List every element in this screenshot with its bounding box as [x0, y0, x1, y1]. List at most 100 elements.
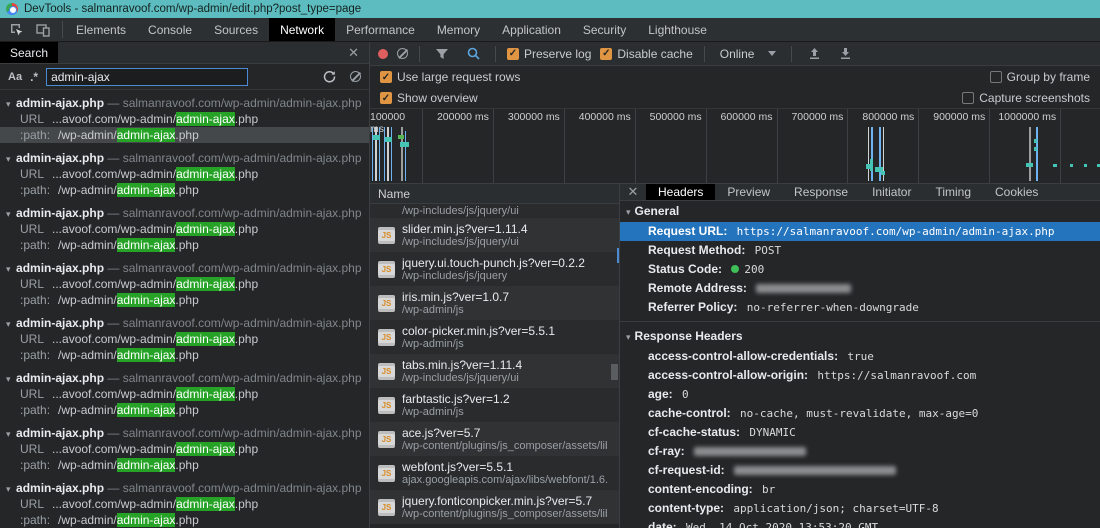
search-match-line-path[interactable]: :path:/wp-admin/admin-ajax.php [0, 457, 369, 473]
request-row[interactable]: JSiris.min.js?ver=1.0.7/wp-admin/js [370, 286, 619, 320]
match-highlight: admin-ajax [176, 277, 235, 291]
redacted-value [734, 466, 896, 475]
tab-sources[interactable]: Sources [203, 18, 269, 41]
search-panel-tab[interactable]: Search [0, 42, 58, 63]
header-row[interactable]: age: 0 [620, 385, 1100, 404]
header-row[interactable]: Referrer Policy: no-referrer-when-downgr… [620, 298, 1100, 317]
search-match-line-path[interactable]: :path:/wp-admin/admin-ajax.php [0, 182, 369, 198]
tab-memory[interactable]: Memory [426, 18, 491, 41]
tab-performance[interactable]: Performance [335, 18, 426, 41]
request-row[interactable]: JStabs.min.js?ver=1.11.4/wp-includes/js/… [370, 354, 619, 388]
device-toolbar-icon[interactable] [32, 20, 54, 40]
header-row[interactable]: access-control-allow-origin: https://sal… [620, 366, 1100, 385]
throttling-dropdown[interactable]: Online [716, 47, 781, 61]
clear-search-icon[interactable] [350, 71, 361, 82]
header-row[interactable]: Request Method: POST [620, 241, 1100, 260]
detail-tab-cookies[interactable]: Cookies [983, 184, 1050, 200]
header-row[interactable]: Remote Address: [620, 279, 1100, 298]
tab-console[interactable]: Console [137, 18, 203, 41]
search-match-line-path[interactable]: :path:/wp-admin/admin-ajax.php [0, 237, 369, 253]
request-row[interactable]: JSfarbtastic.js?ver=1.2/wp-admin/js [370, 388, 619, 422]
search-match-line-url[interactable]: URL...avoof.com/wp-admin/admin-ajax.php [0, 276, 369, 292]
search-result-header[interactable]: ▾ admin-ajax.php — salmanravoof.com/wp-a… [0, 370, 369, 386]
header-row[interactable]: date: Wed, 14 Oct 2020 13:53:20 GMT [620, 518, 1100, 528]
request-row[interactable]: JSjquery.fonticonpicker.min.js?ver=5.7/w… [370, 490, 619, 524]
header-row[interactable]: Request URL: https://salmanravoof.com/wp… [620, 222, 1100, 241]
show-overview-checkbox[interactable]: ✓ Show overview [380, 91, 478, 105]
search-result-header[interactable]: ▾ admin-ajax.php — salmanravoof.com/wp-a… [0, 205, 369, 221]
detail-tab-preview[interactable]: Preview [715, 184, 782, 200]
request-row[interactable]: JSjquery.ui.touch-punch.js?ver=0.2.2/wp-… [370, 252, 619, 286]
search-result-header[interactable]: ▾ admin-ajax.php — salmanravoof.com/wp-a… [0, 260, 369, 276]
request-name: tabs.min.js?ver=1.11.4 [402, 358, 522, 372]
request-row[interactable]: /wp-includes/js/jquery/ui [370, 204, 619, 218]
search-match-line-url[interactable]: URL...avoof.com/wp-admin/admin-ajax.php [0, 331, 369, 347]
header-row[interactable]: content-encoding: br [620, 480, 1100, 499]
search-match-line-url[interactable]: URL...avoof.com/wp-admin/admin-ajax.php [0, 111, 369, 127]
request-list-scrollbar[interactable] [610, 204, 619, 528]
match-highlight: admin-ajax [117, 513, 176, 527]
search-input[interactable] [46, 68, 248, 86]
tab-security[interactable]: Security [572, 18, 637, 41]
refresh-icon[interactable] [318, 67, 340, 87]
search-match-line-url[interactable]: URL...avoof.com/wp-admin/admin-ajax.php [0, 221, 369, 237]
match-case-toggle[interactable]: Aa [8, 71, 22, 83]
request-text: iris.min.js?ver=1.0.7/wp-admin/js [402, 290, 509, 316]
request-row[interactable]: JSace.js?ver=5.7/wp-content/plugins/js_c… [370, 422, 619, 456]
request-row[interactable]: JSslider.min.js?ver=1.11.4/wp-includes/j… [370, 218, 619, 252]
header-row[interactable]: content-type: application/json; charset=… [620, 499, 1100, 518]
group-by-frame-checkbox[interactable]: Group by frame [990, 70, 1090, 84]
search-close-icon[interactable]: ✕ [338, 45, 369, 61]
detail-tab-timing[interactable]: Timing [923, 184, 983, 200]
regex-toggle[interactable]: .* [30, 70, 38, 84]
search-match-line-path[interactable]: :path:/wp-admin/admin-ajax.php [0, 402, 369, 418]
tab-lighthouse[interactable]: Lighthouse [637, 18, 718, 41]
import-har-icon[interactable] [803, 44, 825, 64]
search-match-line-url[interactable]: URL...avoof.com/wp-admin/admin-ajax.php [0, 386, 369, 402]
clear-network-log-icon[interactable] [397, 48, 408, 59]
header-row[interactable]: cf-ray: [620, 442, 1100, 461]
record-network-log-icon[interactable] [378, 49, 388, 59]
capture-screenshots-checkbox[interactable]: Capture screenshots [962, 91, 1090, 105]
search-result-header[interactable]: ▾ admin-ajax.php — salmanravoof.com/wp-a… [0, 95, 369, 111]
match-post: .php [235, 277, 258, 291]
response-headers-section-title[interactable]: ▾Response Headers [620, 326, 1100, 347]
search-result-header[interactable]: ▾ admin-ajax.php — salmanravoof.com/wp-a… [0, 480, 369, 496]
header-row[interactable]: cf-cache-status: DYNAMIC [620, 423, 1100, 442]
detail-tab-response[interactable]: Response [782, 184, 860, 200]
search-result-header[interactable]: ▾ admin-ajax.php — salmanravoof.com/wp-a… [0, 315, 369, 331]
search-match-line-path[interactable]: :path:/wp-admin/admin-ajax.php [0, 127, 369, 143]
header-row[interactable]: Status Code: 200 [620, 260, 1100, 279]
header-row[interactable]: access-control-allow-credentials: true [620, 347, 1100, 366]
search-panel: Search ✕ Aa .* ▾ admin-ajax.php — salman… [0, 42, 370, 528]
tab-elements[interactable]: Elements [65, 18, 137, 41]
tab-network[interactable]: Network [269, 18, 335, 41]
filter-icon[interactable] [431, 44, 453, 64]
network-overview-timeline[interactable]: 100000 ms200000 ms300000 ms400000 ms5000… [370, 108, 1100, 184]
search-match-line-url[interactable]: URL...avoof.com/wp-admin/admin-ajax.php [0, 166, 369, 182]
general-section-title[interactable]: ▾General [620, 201, 1100, 222]
search-network-icon[interactable] [462, 44, 484, 64]
detail-tab-headers[interactable]: Headers [646, 184, 715, 200]
search-result-header[interactable]: ▾ admin-ajax.php — salmanravoof.com/wp-a… [0, 150, 369, 166]
name-column-header[interactable]: Name [370, 184, 619, 204]
disable-cache-checkbox[interactable]: ✓ Disable cache [600, 47, 692, 61]
header-row[interactable]: cache-control: no-cache, must-revalidate… [620, 404, 1100, 423]
detail-tab-initiator[interactable]: Initiator [860, 184, 923, 200]
search-match-line-path[interactable]: :path:/wp-admin/admin-ajax.php [0, 347, 369, 363]
search-match-line-url[interactable]: URL...avoof.com/wp-admin/admin-ajax.php [0, 441, 369, 457]
use-large-request-rows-checkbox[interactable]: ✓ Use large request rows [380, 70, 520, 84]
preserve-log-checkbox[interactable]: ✓ Preserve log [507, 47, 591, 61]
export-har-icon[interactable] [834, 44, 856, 64]
search-match-line-url[interactable]: URL...avoof.com/wp-admin/admin-ajax.php [0, 496, 369, 512]
scrollbar-thumb[interactable] [611, 364, 618, 380]
header-row[interactable]: cf-request-id: [620, 461, 1100, 480]
close-details-icon[interactable]: ✕ [620, 184, 646, 200]
search-match-line-path[interactable]: :path:/wp-admin/admin-ajax.php [0, 512, 369, 528]
request-row[interactable]: JScolor-picker.min.js?ver=5.5.1/wp-admin… [370, 320, 619, 354]
request-row[interactable]: JSwebfont.js?ver=5.5.1ajax.googleapis.co… [370, 456, 619, 490]
inspect-element-icon[interactable] [6, 20, 28, 40]
tab-application[interactable]: Application [491, 18, 572, 41]
search-match-line-path[interactable]: :path:/wp-admin/admin-ajax.php [0, 292, 369, 308]
search-result-header[interactable]: ▾ admin-ajax.php — salmanravoof.com/wp-a… [0, 425, 369, 441]
